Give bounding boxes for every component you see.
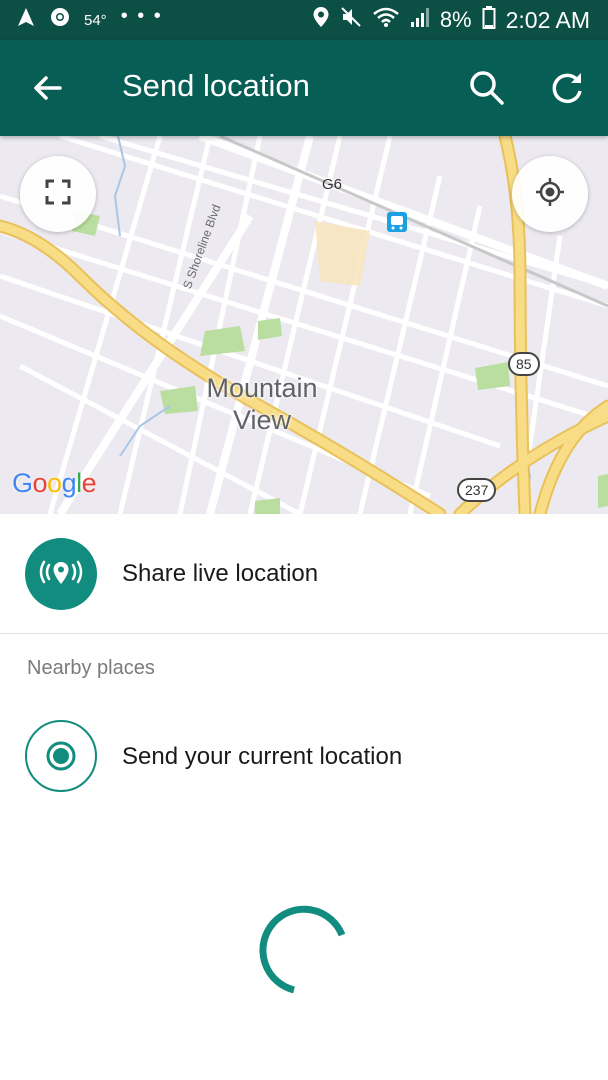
app-bar: Send location [0, 40, 608, 136]
live-location-icon [25, 538, 97, 610]
city-label-line1: Mountain [206, 373, 318, 403]
route-85-badge: 85 [508, 352, 540, 376]
fullscreen-button[interactable] [20, 156, 96, 232]
my-location-icon [535, 177, 565, 212]
chrome-icon [50, 7, 70, 33]
clock-time: 2:02 AM [505, 6, 590, 33]
location-icon [312, 6, 330, 34]
send-current-location-row[interactable]: Send your current location [0, 700, 608, 812]
share-live-location-label: Share live location [122, 560, 319, 587]
temperature-text: 54° [84, 11, 107, 29]
signal-icon [410, 6, 430, 34]
nearby-places-header: Nearby places [27, 657, 155, 679]
my-location-button[interactable] [512, 156, 588, 232]
road-label-g6: G6 [322, 176, 343, 193]
refresh-icon[interactable] [548, 69, 586, 107]
search-icon[interactable] [468, 69, 506, 107]
city-label: Mountain View [195, 372, 329, 436]
mute-icon [340, 6, 362, 34]
wifi-icon [372, 6, 400, 34]
send-current-location-label: Send your current location [122, 743, 403, 770]
city-label-line2: View [232, 405, 292, 435]
map-view[interactable]: G6 S Shoreline Blvd Mountain View 85 237… [0, 136, 608, 514]
loading-spinner [248, 892, 360, 1004]
fullscreen-icon [45, 179, 71, 210]
status-bar: 54° • • • 8% 2:02 AM [0, 0, 608, 40]
current-location-icon [25, 720, 97, 792]
back-arrow-icon[interactable] [30, 70, 66, 106]
battery-icon [482, 5, 496, 35]
page-title: Send location [122, 68, 310, 103]
train-station-icon [387, 212, 407, 232]
more-notifications-dots: • • • [120, 4, 163, 27]
share-live-location-row[interactable]: Share live location [0, 514, 608, 634]
navigation-icon [16, 7, 36, 33]
route-237-badge: 237 [457, 478, 497, 502]
battery-percent: 8% [439, 7, 472, 32]
google-logo: Google [12, 468, 97, 498]
